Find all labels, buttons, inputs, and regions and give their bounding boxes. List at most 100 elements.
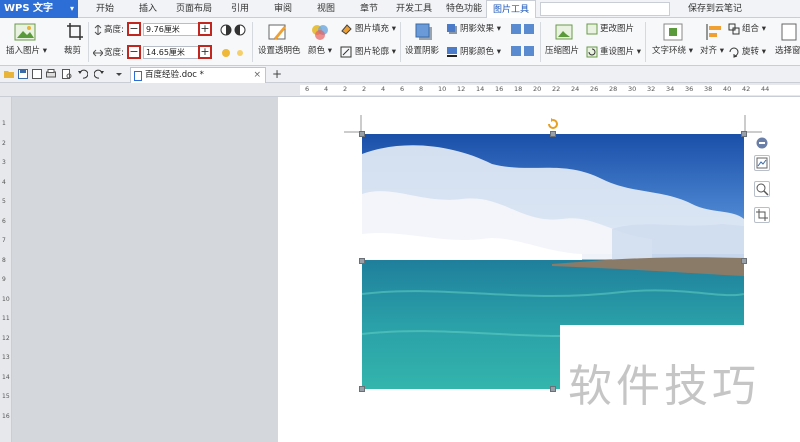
resize-handle-top-right[interactable] xyxy=(741,131,747,137)
shadow-color-button[interactable]: 阴影颜色 ▾ xyxy=(460,46,501,58)
text-wrap-icon xyxy=(663,23,683,41)
ruler-number: 3 xyxy=(2,159,6,166)
width-decrease-button[interactable]: − xyxy=(127,45,141,59)
ruler-number: 2 xyxy=(2,139,6,147)
save-to-cloud-button[interactable]: 保存到云笔记 xyxy=(680,0,750,18)
ruler-number: 38 xyxy=(704,85,713,93)
compress-picture-button[interactable]: 压缩图片 xyxy=(545,45,579,57)
change-picture-button[interactable]: 更改图片 xyxy=(600,23,634,35)
quick-access-bar xyxy=(0,66,800,83)
picture-outline-button[interactable]: 图片轮廓 ▾ xyxy=(355,46,396,58)
resize-handle-bottom-left[interactable] xyxy=(359,386,365,392)
ruler-number: 32 xyxy=(647,85,656,93)
save-icon[interactable] xyxy=(18,69,28,79)
ruler-number: 34 xyxy=(666,85,675,93)
insert-picture-icon xyxy=(14,23,36,41)
ruler-number: 5 xyxy=(2,198,6,205)
print-icon[interactable] xyxy=(46,69,56,79)
menu-tab[interactable]: 视图 xyxy=(311,0,341,18)
menu-tab[interactable]: 审阅 xyxy=(268,0,298,18)
crop-tool[interactable] xyxy=(754,207,770,223)
document-tab[interactable]: 百度经验.doc * × xyxy=(130,67,266,83)
picture-fill-button[interactable]: 图片填充 ▾ xyxy=(355,23,396,35)
select-pane-button[interactable]: 选择窗 xyxy=(775,45,800,57)
ruler-number: 14 xyxy=(476,85,485,93)
menu-tab[interactable]: 开发工具 xyxy=(392,0,436,18)
search-box[interactable] xyxy=(540,2,670,16)
crop-icon xyxy=(756,209,768,221)
ruler-number: 8 xyxy=(2,256,6,264)
color-button[interactable]: 颜色 ▾ xyxy=(308,45,332,57)
close-icon[interactable]: × xyxy=(253,68,261,83)
ruler-number: 13 xyxy=(2,354,10,361)
group-button[interactable]: 组合 ▾ xyxy=(742,23,766,35)
insert-picture-button[interactable]: 插入图片 ▾ xyxy=(6,45,47,57)
ruler-number: 6 xyxy=(400,85,405,93)
rotate-icon xyxy=(729,47,739,58)
ruler-number: 4 xyxy=(324,85,329,93)
width-icon xyxy=(93,49,103,57)
height-label: 高度: xyxy=(104,25,124,35)
height-decrease-button[interactable]: − xyxy=(127,22,141,36)
ruler-number: 24 xyxy=(571,85,580,93)
chevron-down-icon[interactable] xyxy=(114,69,124,79)
shadow-effect-icon xyxy=(447,24,457,34)
width-input[interactable]: 14.65厘米 xyxy=(143,46,203,59)
text-wrap-button[interactable]: 文字环绕 ▾ xyxy=(652,45,693,57)
save-as-icon[interactable] xyxy=(32,69,42,79)
menu-tab[interactable]: 页面布局 xyxy=(172,0,216,18)
align-icon xyxy=(706,24,721,40)
resize-handle-right[interactable] xyxy=(741,258,747,264)
ruler-number: 15 xyxy=(2,393,10,400)
redo-icon[interactable] xyxy=(94,69,104,79)
collapse-icon[interactable] xyxy=(756,137,768,149)
resize-handle-top[interactable] xyxy=(550,131,556,137)
menu-tab[interactable]: 特色功能 xyxy=(442,0,486,18)
align-button[interactable]: 对齐 ▾ xyxy=(700,45,724,57)
picture-fill-icon xyxy=(341,24,352,35)
undo-icon[interactable] xyxy=(78,69,88,79)
ruler-number: 10 xyxy=(2,295,10,303)
height-increase-button[interactable]: + xyxy=(198,22,212,36)
ruler-number: 12 xyxy=(457,85,466,93)
menu-tab[interactable]: 章节 xyxy=(354,0,384,18)
group-icon xyxy=(728,23,740,35)
ruler-number: 44 xyxy=(761,85,770,93)
set-transparent-color-button[interactable]: 设置透明色 xyxy=(258,45,301,57)
print-preview-icon[interactable] xyxy=(62,69,72,79)
app-menu-button[interactable]: WPS 文字 ▾ xyxy=(0,0,78,18)
separator xyxy=(88,22,89,62)
zoom-tool[interactable] xyxy=(754,181,770,197)
ruler-number: 26 xyxy=(590,85,599,93)
chart-icon xyxy=(756,157,768,169)
shadow-nudge-icon[interactable] xyxy=(510,22,536,62)
open-folder-icon[interactable] xyxy=(4,69,14,79)
menu-tab[interactable]: 插入 xyxy=(133,0,163,18)
resize-handle-top-left[interactable] xyxy=(359,131,365,137)
ruler-number: 16 xyxy=(2,412,10,420)
ruler-number: 40 xyxy=(723,85,732,93)
crop-button[interactable]: 裁剪 xyxy=(64,45,81,57)
brightness-icon[interactable] xyxy=(220,47,248,59)
contrast-icon[interactable] xyxy=(220,24,248,36)
menu-tab[interactable]: 开始 xyxy=(90,0,120,18)
picture-outline-icon xyxy=(340,46,352,58)
crop-icon xyxy=(67,23,83,40)
picture-layout-tool[interactable] xyxy=(754,155,770,171)
menu-tab[interactable]: 图片工具 xyxy=(486,0,536,19)
height-input[interactable]: 9.76厘米 xyxy=(143,23,203,36)
ruler-number: 8 xyxy=(419,85,424,93)
change-picture-icon xyxy=(586,23,598,35)
new-tab-button[interactable]: + xyxy=(272,67,284,83)
menu-tab[interactable]: 引用 xyxy=(225,0,255,18)
set-shadow-button[interactable]: 设置阴影 xyxy=(405,45,439,57)
ruler-number: 10 xyxy=(438,85,447,93)
rotate-button[interactable]: 旋转 ▾ xyxy=(742,46,766,58)
width-increase-button[interactable]: + xyxy=(198,45,212,59)
shadow-effect-button[interactable]: 阴影效果 ▾ xyxy=(460,23,501,35)
resize-handle-bottom[interactable] xyxy=(550,386,556,392)
reset-picture-button[interactable]: 重设图片 ▾ xyxy=(600,46,641,58)
resize-handle-left[interactable] xyxy=(359,258,365,264)
ruler-number: 16 xyxy=(495,85,504,93)
rotate-handle-icon[interactable] xyxy=(546,117,560,131)
